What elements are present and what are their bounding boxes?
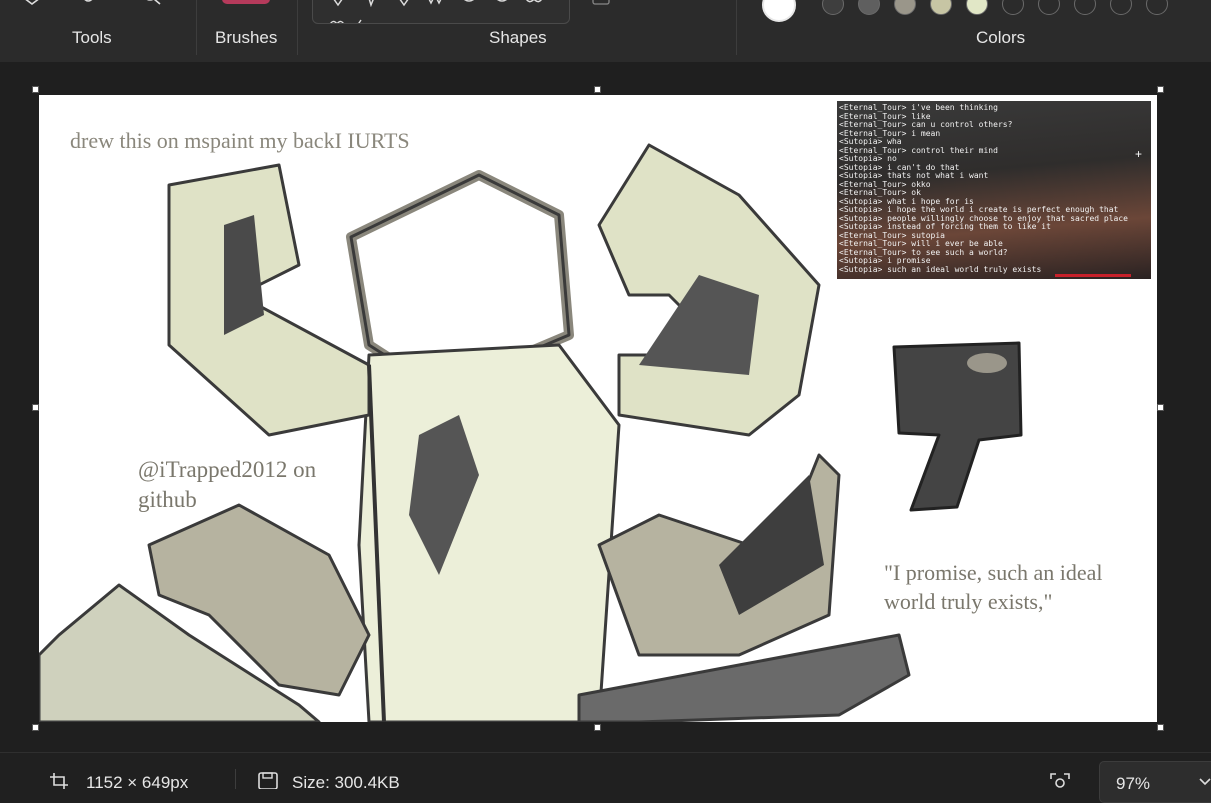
tools-group-label: Tools	[72, 28, 112, 47]
star-shape-icon[interactable]	[395, 0, 413, 12]
shapes-group-label: Shapes	[489, 28, 547, 47]
status-bar: 1152 × 649px Size: 300.4KB 97%	[0, 752, 1211, 803]
resize-handle-top-left[interactable]	[32, 86, 39, 93]
resize-handle-bottom-left[interactable]	[32, 724, 39, 731]
ribbon-toolbar: Tools Brushes Shapes Colors	[0, 0, 1211, 63]
chat-screenshot: <Eternal_Tour> i've been thinking <Eterna…	[837, 101, 1151, 279]
color-swatch-warm-gray[interactable]	[894, 0, 916, 15]
color-swatch-empty-1[interactable]	[1002, 0, 1024, 15]
text-tool-icon[interactable]	[78, 0, 100, 15]
speech-bubble-cloud-icon[interactable]	[523, 0, 545, 12]
caption-top: drew this on mspaint my backI IURTS	[70, 128, 410, 153]
color-swatch-khaki[interactable]	[930, 0, 952, 15]
file-size: Size: 300.4KB	[292, 773, 400, 792]
colors-group-label: Colors	[976, 28, 1026, 47]
divider	[196, 0, 197, 55]
quote-line-2: world truly exists,"	[884, 589, 1053, 614]
divider	[736, 0, 737, 55]
fit-to-window-icon[interactable]	[1049, 773, 1071, 794]
brush-button[interactable]	[222, 0, 270, 4]
chat-line: <Sutopia> such an ideal world truly exis…	[839, 264, 1042, 274]
fill-bucket-icon[interactable]	[20, 0, 44, 15]
color-swatch-empty-4[interactable]	[1110, 0, 1132, 15]
save-disk-icon	[258, 772, 278, 794]
lightning-shape-icon[interactable]	[365, 0, 379, 12]
chat-log: <Eternal_Tour> i've been thinking <Eterna…	[837, 101, 1151, 274]
resize-handle-top-right[interactable]	[1157, 86, 1164, 93]
color-swatch-empty-2[interactable]	[1038, 0, 1060, 15]
quote-line-1: "I promise, such an ideal	[884, 560, 1103, 585]
color-swatch-empty-5[interactable]	[1146, 0, 1168, 15]
resize-handle-bottom-right[interactable]	[1157, 724, 1164, 731]
magnifier-icon[interactable]	[142, 0, 164, 15]
color-swatch-gray[interactable]	[858, 0, 880, 15]
burst-shape-icon[interactable]	[425, 0, 445, 12]
brushes-group-label: Brushes	[215, 28, 278, 47]
speech-bubble-oval-icon[interactable]	[491, 0, 513, 12]
shapes-gallery[interactable]	[312, 0, 570, 24]
color-swatch-white[interactable]	[762, 0, 796, 22]
crosshair-icon: +	[1135, 147, 1143, 161]
resize-handle-right[interactable]	[1157, 404, 1164, 411]
color-swatch-empty-3[interactable]	[1074, 0, 1096, 15]
resize-handle-bottom[interactable]	[594, 724, 601, 731]
divider	[297, 0, 298, 55]
color-swatch-pale-green[interactable]	[966, 0, 988, 15]
resize-handle-left[interactable]	[32, 404, 39, 411]
color-swatch-dark-gray[interactable]	[822, 0, 844, 15]
heart-outline-icon[interactable]	[327, 15, 367, 23]
divider	[235, 769, 236, 789]
shape-outline-icon[interactable]	[591, 0, 613, 13]
zoom-dropdown[interactable]: 97%	[1099, 761, 1211, 803]
zoom-level: 97%	[1116, 774, 1151, 793]
image-dimensions: 1152 × 649px	[86, 773, 189, 792]
health-bar	[1055, 274, 1131, 277]
speech-bubble-rect-icon[interactable]	[458, 0, 480, 12]
credit-line-1: @iTrapped2012 on	[138, 457, 317, 482]
crop-icon	[50, 773, 70, 794]
resize-handle-top[interactable]	[594, 86, 601, 93]
chevron-down-icon	[1198, 774, 1211, 792]
credit-line-2: github	[138, 487, 197, 512]
heart-shape-icon[interactable]	[329, 0, 347, 12]
drawing-canvas[interactable]: drew this on mspaint my backI IURTS @iTr…	[39, 95, 1157, 722]
